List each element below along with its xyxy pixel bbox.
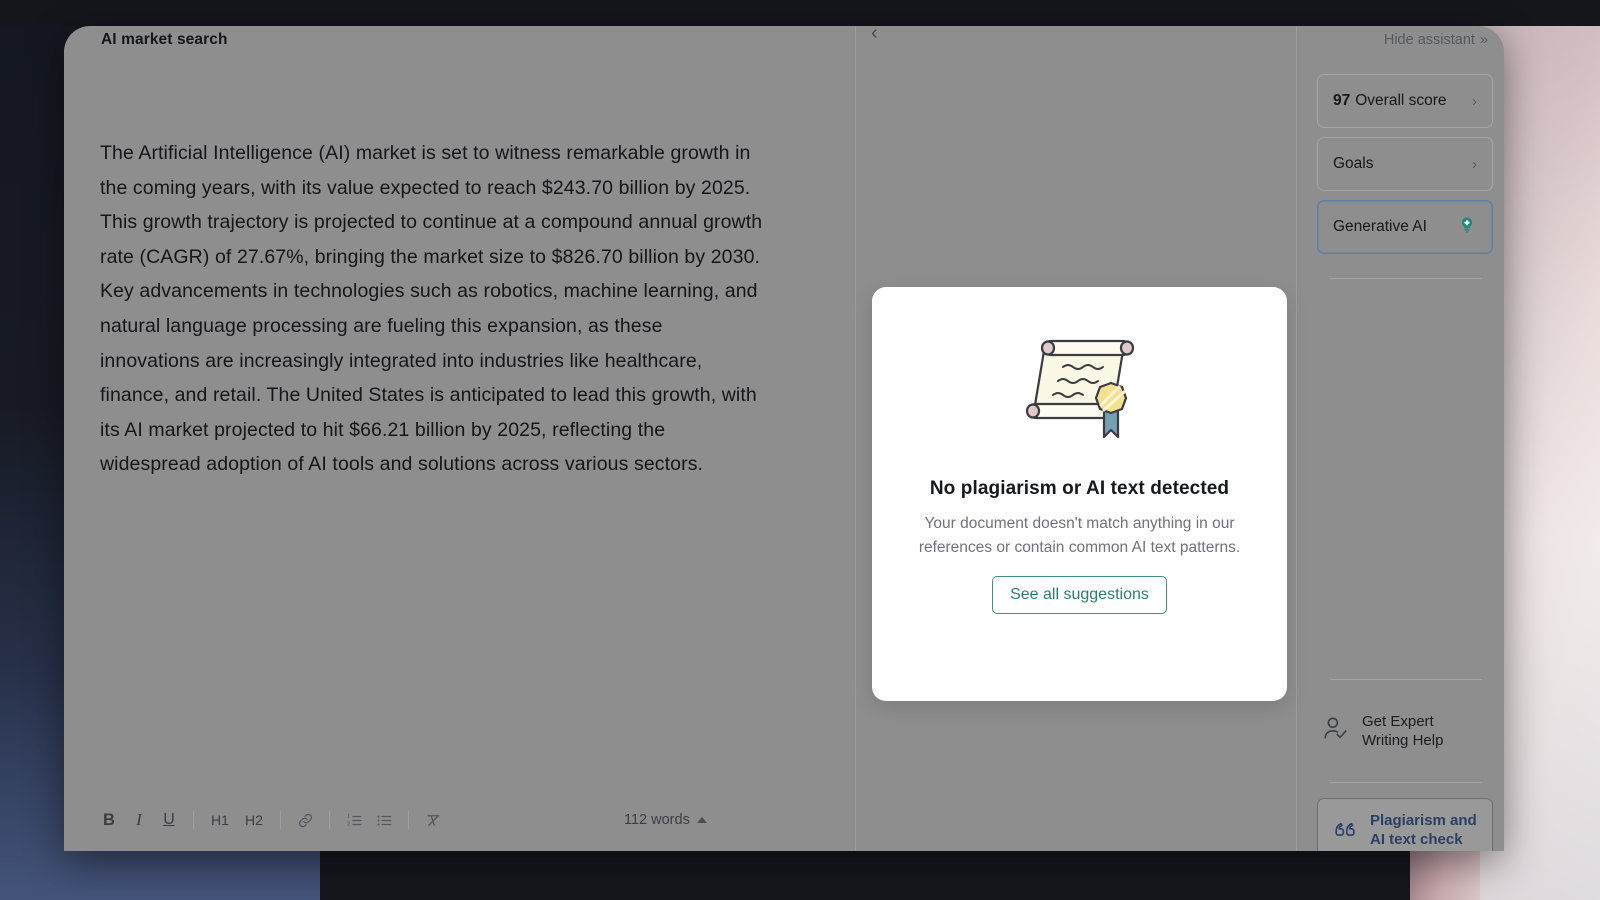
document-body-text[interactable]: The Artificial Intelligence (AI) market … [100,136,765,482]
plagiarism-result-title: No plagiarism or AI text detected [929,478,1230,499]
bold-icon[interactable]: B [94,805,124,835]
italic-icon[interactable]: I [124,805,154,835]
hide-assistant-label: Hide assistant [1383,32,1475,48]
word-count[interactable]: 112 words [624,812,707,828]
plagiarism-ai-text-check-button[interactable]: Plagiarism and AI text check [1317,798,1493,851]
editor-toolbar: B I U H1 H2 1 2 112 words [64,791,856,851]
person-check-icon [1321,714,1351,749]
see-all-suggestions-button[interactable]: See all suggestions [992,576,1167,614]
sidebar-divider [1330,679,1482,680]
goals-label: Goals [1333,155,1374,172]
double-chevron-right-icon: » [1479,32,1488,48]
word-count-label: 112 words [624,812,690,828]
caret-up-icon [696,817,707,823]
quotation-mark-icon [1331,814,1359,847]
sidebar-divider [1330,782,1482,783]
generative-ai-label: Generative AI [1333,218,1427,235]
chevron-right-icon: › [1472,92,1477,110]
toolbar-divider [193,811,194,829]
collapse-chevron-icon[interactable]: ‹ [871,26,878,45]
bulleted-list-icon[interactable] [369,805,399,835]
lightbulb-icon [1457,215,1477,240]
svg-text:2: 2 [346,821,349,827]
clear-formatting-icon[interactable] [418,805,448,835]
sidebar-card-overall-score[interactable]: 97 Overall score › [1317,74,1493,128]
link-icon[interactable] [290,805,320,835]
numbered-list-icon[interactable]: 1 2 [339,805,369,835]
sidebar-card-goals[interactable]: Goals › [1317,137,1493,191]
toolbar-divider [408,811,409,829]
svg-text:1: 1 [346,814,349,820]
plagiarism-result-subtitle: Your document doesn't match anything in … [918,515,1241,556]
get-expert-writing-help-label: Get Expert Writing Help [1362,713,1444,749]
heading1-icon[interactable]: H1 [203,805,237,835]
overall-score-label: Overall score [1355,92,1447,109]
overall-score-value: 97 [1333,92,1351,109]
toolbar-icon-group: B I U H1 H2 1 2 [94,805,448,835]
underline-icon[interactable]: U [154,805,184,835]
app-window: AI market search The Artificial Intellig… [64,26,1504,851]
heading2-icon[interactable]: H2 [237,805,271,835]
sidebar-divider [1330,278,1482,279]
chevron-right-icon: › [1472,155,1477,173]
desktop-top-bar [0,0,1600,26]
plagiarism-result-card: No plagiarism or AI text detected Your d… [872,287,1287,701]
plagiarism-ai-text-check-label: Plagiarism and AI text check [1370,812,1477,848]
toolbar-divider [329,811,330,829]
editor-column: The Artificial Intelligence (AI) market … [64,26,856,851]
hide-assistant-button[interactable]: Hide assistant » [1384,32,1488,48]
toolbar-divider [280,811,281,829]
get-expert-writing-help-button[interactable]: Get Expert Writing Help [1321,712,1493,750]
sidebar-card-generative-ai[interactable]: Generative AI [1317,200,1493,254]
assistant-sidebar: Hide assistant » 97 Overall score › Goal… [1296,26,1504,851]
scroll-certificate-icon [1000,319,1160,454]
